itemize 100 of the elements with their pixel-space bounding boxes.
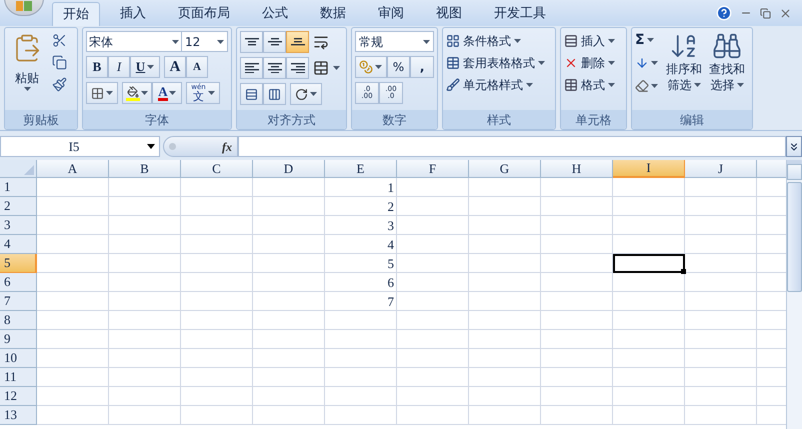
table-cell[interactable]	[469, 178, 541, 197]
font-color-button[interactable]: A	[152, 82, 182, 104]
table-cell[interactable]	[613, 387, 685, 406]
row-header[interactable]: 2	[0, 197, 37, 216]
table-cell[interactable]	[541, 273, 613, 292]
table-cell[interactable]	[469, 311, 541, 330]
table-cell[interactable]	[613, 292, 685, 311]
table-cell[interactable]: 6	[325, 273, 397, 292]
ribbon-tab[interactable]: 视图	[424, 2, 474, 26]
table-cell[interactable]	[541, 254, 613, 273]
table-cell[interactable]	[37, 311, 109, 330]
table-cell[interactable]	[109, 254, 181, 273]
table-cell[interactable]	[325, 349, 397, 368]
wrap-text-icon[interactable]	[313, 34, 329, 50]
table-cell[interactable]	[469, 197, 541, 216]
table-cell[interactable]	[181, 330, 253, 349]
table-cell[interactable]	[397, 387, 469, 406]
table-cell[interactable]	[109, 216, 181, 235]
table-cell[interactable]	[181, 406, 253, 425]
sort-filter-button[interactable]: 排序和 筛选	[663, 31, 705, 110]
table-cell[interactable]	[325, 387, 397, 406]
vertical-align-button[interactable]	[263, 31, 286, 53]
table-cell[interactable]	[469, 406, 541, 425]
table-cell[interactable]: 2	[325, 197, 397, 216]
table-cell[interactable]: 1	[325, 178, 397, 197]
cells-menu-button[interactable]: 插入	[564, 31, 615, 50]
horizontal-align-button[interactable]	[263, 57, 286, 79]
table-cell[interactable]	[613, 178, 685, 197]
table-cell[interactable]	[253, 387, 325, 406]
table-cell[interactable]	[397, 311, 469, 330]
column-header[interactable]: A	[37, 160, 109, 178]
table-cell[interactable]	[181, 273, 253, 292]
autosum-button[interactable]: Σ	[635, 31, 663, 49]
table-cell[interactable]	[181, 235, 253, 254]
table-cell[interactable]	[37, 178, 109, 197]
comma-button[interactable]: ,	[410, 56, 434, 78]
table-cell[interactable]	[469, 216, 541, 235]
ribbon-tab[interactable]: 开始	[52, 2, 100, 26]
table-cell[interactable]	[613, 197, 685, 216]
table-cell[interactable]	[397, 197, 469, 216]
table-cell[interactable]	[253, 368, 325, 387]
table-cell[interactable]	[109, 292, 181, 311]
table-cell[interactable]	[253, 235, 325, 254]
merge-cells-icon[interactable]	[313, 60, 329, 76]
table-cell[interactable]	[181, 254, 253, 273]
horizontal-align-button[interactable]	[286, 57, 309, 79]
table-cell[interactable]: 4	[325, 235, 397, 254]
column-header[interactable]: J	[685, 160, 757, 178]
column-header[interactable]: E	[325, 160, 397, 178]
table-cell[interactable]	[685, 387, 757, 406]
table-cell[interactable]	[181, 368, 253, 387]
table-cell[interactable]	[37, 368, 109, 387]
table-cell[interactable]	[109, 197, 181, 216]
decrease-indent-button[interactable]	[240, 83, 263, 105]
table-cell[interactable]	[685, 330, 757, 349]
table-cell[interactable]	[541, 292, 613, 311]
bold-button[interactable]: B	[86, 56, 108, 78]
fill-handle-icon[interactable]	[681, 269, 686, 274]
column-header[interactable]: I	[613, 160, 685, 178]
table-cell[interactable]	[469, 368, 541, 387]
style-menu-button[interactable]: 套用表格格式	[446, 53, 545, 72]
table-cell[interactable]	[37, 197, 109, 216]
table-cell[interactable]	[181, 387, 253, 406]
cells-menu-button[interactable]: 删除	[564, 53, 615, 72]
table-cell[interactable]	[613, 349, 685, 368]
find-select-button[interactable]: 查找和 选择	[705, 31, 749, 110]
table-cell[interactable]	[685, 178, 757, 197]
table-cell[interactable]	[613, 368, 685, 387]
name-box[interactable]: I5	[0, 136, 160, 157]
table-cell[interactable]	[253, 216, 325, 235]
table-cell[interactable]	[469, 349, 541, 368]
table-cell[interactable]	[541, 216, 613, 235]
column-header[interactable]: D	[253, 160, 325, 178]
table-cell[interactable]	[37, 330, 109, 349]
row-header[interactable]: 8	[0, 311, 37, 330]
table-cell[interactable]	[541, 368, 613, 387]
table-cell[interactable]	[37, 387, 109, 406]
table-cell[interactable]	[613, 311, 685, 330]
table-cell[interactable]	[613, 216, 685, 235]
table-cell[interactable]	[685, 254, 757, 273]
scissors-icon[interactable]	[52, 33, 67, 48]
table-cell[interactable]	[37, 254, 109, 273]
row-header[interactable]: 5	[0, 254, 37, 273]
table-cell[interactable]	[325, 368, 397, 387]
table-cell[interactable]	[685, 197, 757, 216]
italic-button[interactable]: I	[108, 56, 130, 78]
table-cell[interactable]	[613, 406, 685, 425]
font-size-field[interactable]: 12	[182, 31, 228, 52]
row-header[interactable]: 3	[0, 216, 37, 235]
table-cell[interactable]	[109, 235, 181, 254]
table-cell[interactable]	[325, 330, 397, 349]
table-cell[interactable]	[181, 292, 253, 311]
table-cell[interactable]: 7	[325, 292, 397, 311]
table-cell[interactable]	[613, 273, 685, 292]
column-header[interactable]: B	[109, 160, 181, 178]
select-all-corner[interactable]	[0, 160, 37, 178]
row-header[interactable]: 12	[0, 387, 37, 406]
table-cell[interactable]	[469, 387, 541, 406]
table-cell[interactable]	[181, 349, 253, 368]
underline-button[interactable]: U	[130, 56, 160, 78]
